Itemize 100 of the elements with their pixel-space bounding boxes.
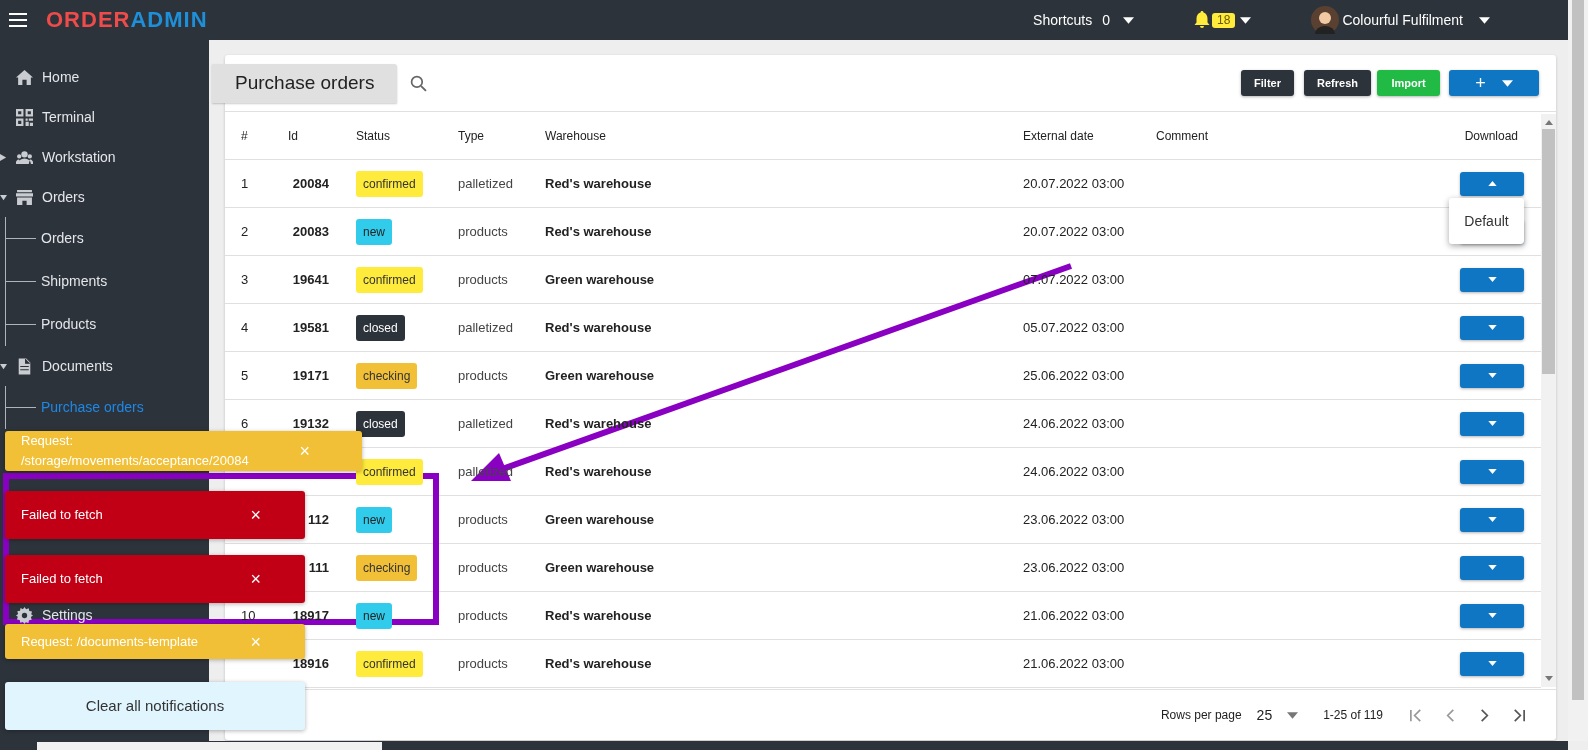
search-icon[interactable] [410, 74, 428, 92]
download-button[interactable] [1460, 555, 1524, 580]
expanded-arrow-icon[interactable] [0, 362, 7, 370]
notifications-button[interactable]: 18 [1194, 11, 1252, 29]
table-cell-text: 18916 [291, 654, 329, 673]
column-header: Id [288, 127, 299, 145]
table-cell-text: Red's warehouse [545, 318, 652, 337]
table-cell-text: Green warehouse [545, 558, 655, 577]
download-button[interactable] [1460, 363, 1524, 388]
sidebar-item[interactable]: Workstation [16, 146, 116, 168]
table-cell-text: palletized [458, 414, 513, 433]
first-page-icon[interactable] [1409, 707, 1424, 723]
table-cell-text: 24.06.2022 03:00 [1023, 462, 1125, 481]
table-cell-text: 20.07.2022 03:00 [1023, 174, 1125, 193]
close-button[interactable]: × [250, 506, 261, 524]
toolbar-button[interactable]: Refresh [1304, 70, 1371, 96]
caret-icon [1487, 277, 1497, 282]
toolbar-button[interactable]: Filter [1241, 70, 1294, 96]
close-button[interactable]: × [250, 570, 261, 588]
app-logo[interactable]: ORDERADMIN [46, 9, 208, 31]
caret-icon [1487, 613, 1497, 618]
bell-icon [1194, 11, 1211, 29]
caret-icon [1479, 16, 1490, 24]
sidebar-subitem[interactable]: Purchase orders [41, 397, 144, 418]
table-cell-text: Red's warehouse [545, 606, 652, 625]
download-button[interactable] [1460, 411, 1524, 436]
table-cell-text: palletized [458, 318, 513, 337]
qr-code-icon [16, 108, 33, 126]
status-badge: confirmed [356, 266, 423, 293]
clear-notifications-button[interactable]: Clear all notifications [5, 682, 305, 730]
horizontal-scrollbar[interactable] [37, 742, 382, 750]
table-cell-text: products [458, 606, 508, 625]
table-cell-text: products [458, 558, 508, 577]
caret-icon [1487, 565, 1497, 570]
notification-message: Request: /storage/movements/acceptance/20084 [21, 432, 250, 470]
status-badge: new [356, 506, 392, 533]
table-cell-text: 24.06.2022 03:00 [1023, 414, 1125, 433]
download-button[interactable] [1460, 267, 1524, 292]
status-badge: checking [356, 362, 418, 389]
notification-message: Request: /documents-template [21, 632, 200, 651]
notification-message: Failed to fetch [21, 506, 104, 525]
download-button[interactable] [1460, 459, 1524, 484]
download-button[interactable] [1460, 603, 1524, 628]
sidebar-item[interactable]: Terminal [16, 106, 95, 128]
table-cell-text: 19171 [291, 366, 329, 385]
shortcuts-dropdown[interactable]: Shortcuts 0 [1033, 9, 1135, 31]
page-range: 1-25 of 119 [1323, 707, 1383, 724]
download-button[interactable] [1460, 315, 1524, 340]
table-cell-text: 25.06.2022 03:00 [1023, 366, 1125, 385]
column-header: # [241, 127, 249, 145]
collapsed-arrow-icon[interactable] [0, 153, 7, 161]
expanded-arrow-icon[interactable] [0, 193, 7, 201]
sidebar-item[interactable]: Orders [16, 186, 85, 208]
column-header: Comment [1156, 127, 1209, 145]
table-cell-text: products [458, 270, 508, 289]
table-cell-text: Red's warehouse [545, 174, 652, 193]
sidebar-subitem[interactable]: Products [41, 314, 97, 335]
sidebar-item[interactable]: Settings [16, 604, 93, 626]
table-cell-text: products [458, 366, 508, 385]
sidebar-item[interactable]: Documents [16, 355, 113, 377]
table-cell-text: 5 [241, 366, 249, 385]
download-button[interactable] [1460, 651, 1524, 676]
caret-icon [1287, 711, 1299, 719]
sidebar-subitem[interactable]: Shipments [41, 271, 108, 292]
column-header: External date [1023, 127, 1095, 145]
table-cell-text: Green warehouse [545, 270, 655, 289]
table-cell-text: 6 [241, 414, 249, 433]
caret-icon [1487, 469, 1497, 474]
caret-icon [1487, 661, 1497, 666]
table-cell-text: 112 [307, 510, 329, 529]
status-badge: closed [356, 314, 405, 341]
table-scrollbar[interactable] [1541, 114, 1556, 687]
table-cell-text: products [458, 222, 508, 241]
table-cell-text: 20.07.2022 03:00 [1023, 222, 1125, 241]
table-cell-text: 20084 [291, 174, 329, 193]
download-button[interactable] [1460, 171, 1524, 196]
status-badge: closed [356, 410, 405, 437]
rows-per-page-select[interactable]: 25 [1256, 704, 1299, 726]
scroll-down-icon [1544, 676, 1553, 681]
caret-icon [1501, 79, 1513, 87]
status-badge: checking [356, 554, 418, 581]
table-cell-text: 19132 [291, 414, 329, 433]
user-menu[interactable]: Colourful Fulfilment [1311, 6, 1490, 34]
sidebar-item[interactable]: Home [16, 66, 80, 88]
page-title: Purchase orders [212, 64, 398, 103]
table-cell-text: 18917 [291, 606, 329, 625]
table-cell-text: 4 [241, 318, 249, 337]
table-cell-text: 1 [241, 174, 249, 193]
table-cell-text: 05.07.2022 03:00 [1023, 318, 1125, 337]
sidebar-subitem[interactable]: Orders [41, 228, 84, 249]
table-cell-text: 10 [241, 606, 256, 625]
column-header: Type [458, 127, 485, 145]
avatar-icon [1311, 6, 1340, 34]
table-cell-text: products [458, 654, 508, 673]
document-icon [16, 357, 33, 375]
download-button[interactable] [1460, 507, 1524, 532]
table-cell-text: 20083 [291, 222, 329, 241]
menu-icon[interactable] [9, 13, 27, 27]
last-page-icon[interactable] [1511, 707, 1526, 723]
add-button[interactable]: + [1449, 70, 1539, 96]
